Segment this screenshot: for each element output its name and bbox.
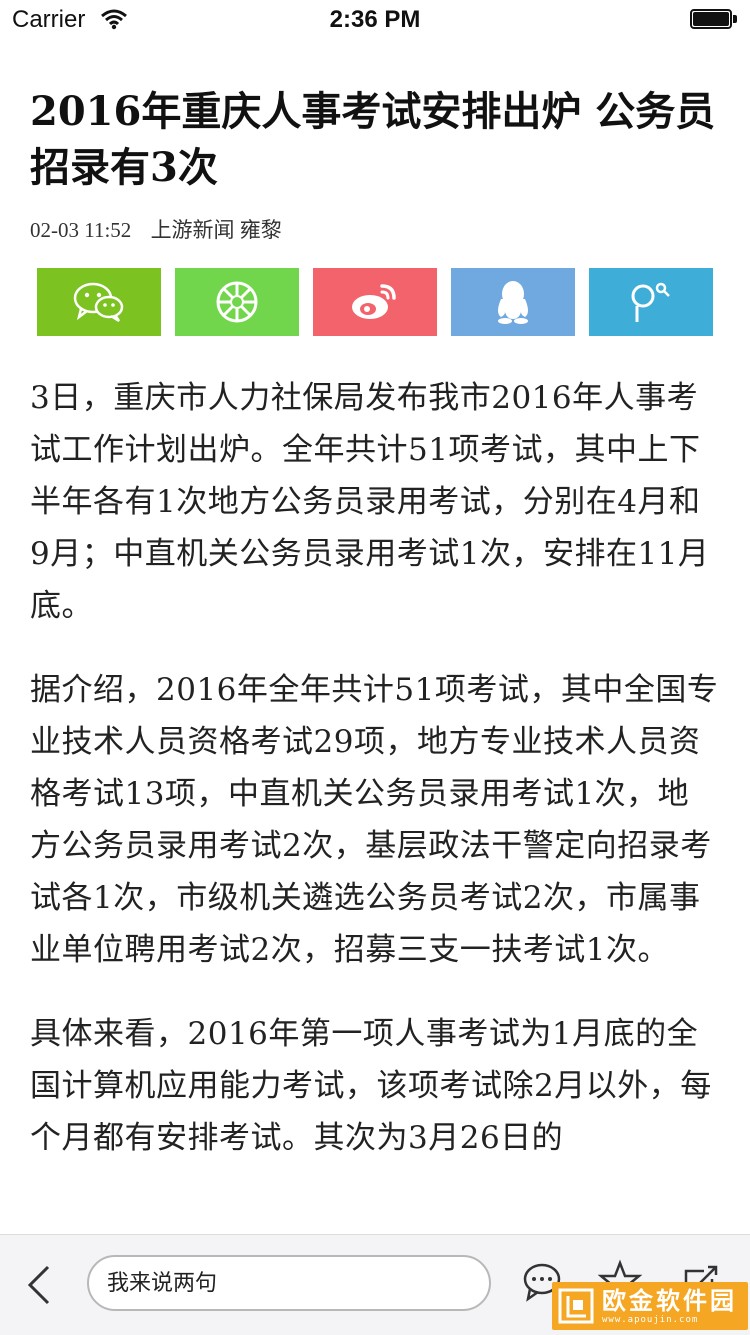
status-bar: Carrier 2:36 PM [0, 0, 750, 40]
qq-icon [498, 281, 528, 324]
back-icon[interactable] [22, 1263, 58, 1307]
share-wechat-button[interactable] [37, 268, 161, 336]
share-weibo-button[interactable] [313, 268, 437, 336]
article-source: 上游新闻 雍黎 [150, 218, 282, 242]
share-qq-button[interactable] [451, 268, 575, 336]
battery-icon [690, 9, 738, 31]
moments-icon [216, 281, 258, 323]
comment-input[interactable] [87, 1255, 491, 1311]
share-buttons [37, 268, 713, 336]
watermark-url: www.apoujin.com [602, 1315, 699, 1325]
watermark-logo-icon [558, 1288, 594, 1324]
article-body: 3日，重庆市人力社保局发布我市2016年人事考试工作计划出炉。全年共计51项考试… [30, 372, 720, 1234]
status-time: 2:36 PM [329, 6, 421, 33]
share-other-icon [631, 282, 670, 322]
watermark-badge: 欧金软件园 www.apoujin.com [552, 1282, 748, 1330]
share-moments-button[interactable] [175, 268, 299, 336]
article-paragraph: 具体来看，2016年第一项人事考试为1月底的全国计算机应用能力考试，该项考试除2… [30, 1016, 712, 1156]
watermark-text: 欧金软件园 [602, 1287, 737, 1315]
article-paragraph: 3日，重庆市人力社保局发布我市2016年人事考试工作计划出炉。全年共计51项考试… [30, 380, 710, 624]
article-title: 2016年重庆人事考试安排出炉 公务员招录有3次 [30, 88, 716, 191]
share-other-button[interactable] [589, 268, 713, 336]
article-meta: 02-03 11:52 上游新闻 雍黎 [30, 214, 282, 244]
article-paragraph: 据介绍，2016年全年共计51项考试，其中全国专业技术人员资格考试29项，地方专… [30, 672, 719, 968]
wechat-icon [73, 282, 124, 323]
weibo-icon [352, 284, 396, 319]
article-date: 02-03 11:52 [30, 218, 132, 242]
